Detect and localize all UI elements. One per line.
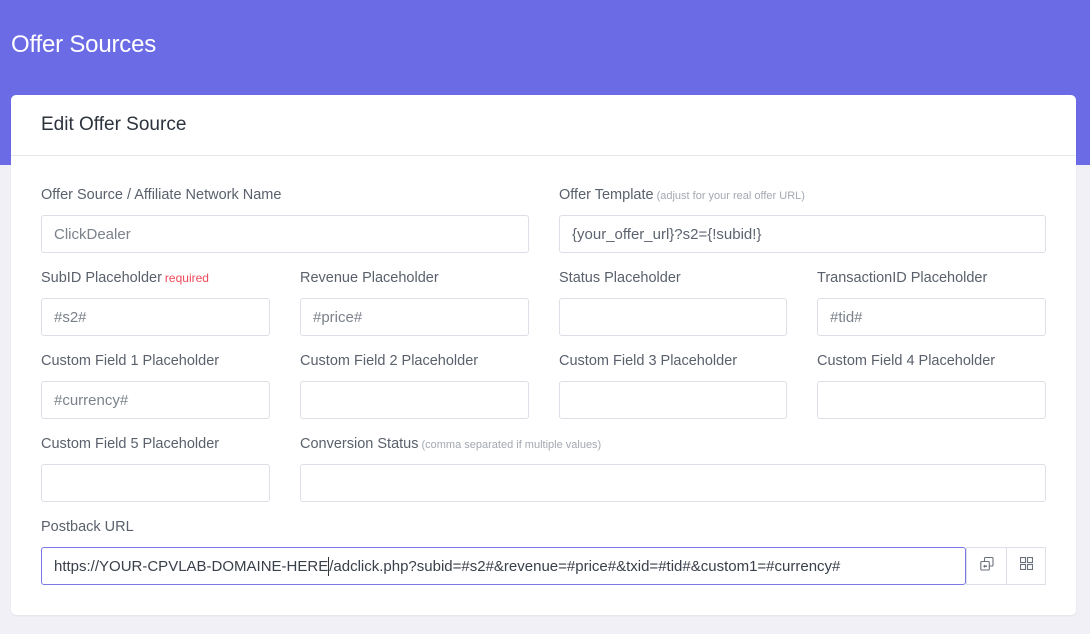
subid-input[interactable]: #s2# bbox=[41, 298, 270, 336]
custom2-label: Custom Field 2 Placeholder bbox=[300, 353, 479, 369]
template-input[interactable]: {your_offer_url}?s2={!subid!} bbox=[559, 215, 1046, 253]
custom5-input[interactable] bbox=[41, 464, 270, 502]
copy-icon bbox=[979, 556, 994, 576]
custom1-label: Custom Field 1 Placeholder bbox=[41, 353, 220, 369]
transaction-input[interactable]: #tid# bbox=[817, 298, 1046, 336]
postback-url-text-end: /adclick.php?subid=#s2#&revenue=#price#&… bbox=[329, 557, 841, 575]
conversion-label: Conversion Status (comma separated if mul… bbox=[300, 436, 602, 452]
postback-label: Postback URL bbox=[41, 519, 134, 535]
custom3-input[interactable] bbox=[559, 381, 787, 419]
subid-label: SubID Placeholder required bbox=[41, 270, 209, 286]
custom5-label: Custom Field 5 Placeholder bbox=[41, 436, 220, 452]
conversion-hint: (comma separated if multiple values) bbox=[421, 439, 602, 451]
postback-url-input[interactable]: https://YOUR-CPVLAB-DOMAINE-HERE/adclick… bbox=[41, 547, 966, 585]
custom2-input[interactable] bbox=[300, 381, 529, 419]
page-title: Offer Sources bbox=[11, 31, 157, 58]
copy-button[interactable] bbox=[966, 547, 1007, 585]
revenue-label: Revenue Placeholder bbox=[300, 270, 439, 286]
status-label: Status Placeholder bbox=[559, 270, 681, 286]
revenue-input[interactable]: #price# bbox=[300, 298, 529, 336]
template-label: Offer Template (adjust for your real offe… bbox=[559, 187, 805, 203]
status-input[interactable] bbox=[559, 298, 787, 336]
edit-offer-source-card: Edit Offer Source Offer Source / Affilia… bbox=[11, 95, 1076, 615]
required-badge: required bbox=[164, 271, 209, 285]
custom3-label: Custom Field 3 Placeholder bbox=[559, 353, 738, 369]
custom4-label: Custom Field 4 Placeholder bbox=[817, 353, 996, 369]
name-label: Offer Source / Affiliate Network Name bbox=[41, 187, 282, 203]
qr-code-icon bbox=[1019, 556, 1033, 575]
qr-code-button[interactable] bbox=[1006, 547, 1046, 585]
custom4-input[interactable] bbox=[817, 381, 1046, 419]
transaction-label: TransactionID Placeholder bbox=[817, 270, 988, 286]
card-title: Edit Offer Source bbox=[41, 114, 187, 135]
name-input[interactable]: ClickDealer bbox=[41, 215, 529, 253]
postback-url-text-start: https://YOUR-CPVLAB-DOMAINE-HERE bbox=[54, 557, 329, 575]
card-header: Edit Offer Source bbox=[11, 95, 1076, 156]
template-hint: (adjust for your real offer URL) bbox=[656, 190, 805, 202]
custom1-input[interactable]: #currency# bbox=[41, 381, 270, 419]
conversion-input[interactable] bbox=[300, 464, 1046, 502]
